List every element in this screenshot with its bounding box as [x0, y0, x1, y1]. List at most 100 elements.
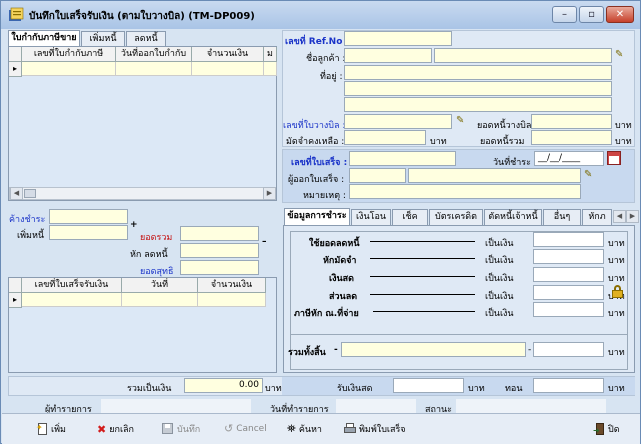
cancel-edit-label: ยกเลิก [109, 425, 134, 435]
grand-total-field[interactable] [533, 342, 604, 357]
col-invoice-no[interactable]: เลขที่ใบกำกับภาษี [22, 47, 116, 62]
discount-unit: เป็นเงิน [485, 292, 514, 302]
issuer-code-field[interactable] [349, 168, 406, 183]
ref-no-field[interactable] [344, 31, 452, 46]
change-label: ทอน [505, 384, 523, 394]
search-customer-icon[interactable]: ✎ [615, 49, 623, 60]
save-button[interactable]: บันทึก [162, 422, 200, 436]
issuer-label: ผู้ออกใบเสร็จ : [288, 175, 345, 185]
exit-door-icon: ➜ [593, 423, 605, 435]
cancel-label: Cancel [236, 423, 267, 434]
deposit-field[interactable] [344, 130, 426, 145]
address-line3-field[interactable] [344, 97, 612, 112]
grid-cell[interactable] [22, 62, 116, 76]
divider-line [370, 276, 475, 277]
tab-creditor-offset[interactable]: ตัดหนี้เจ้าหนี้ [484, 209, 542, 225]
grid-cell[interactable] [192, 62, 264, 76]
scroll-thumb[interactable] [24, 189, 36, 198]
cash-field[interactable] [533, 267, 604, 282]
grand-total-bar [341, 342, 526, 357]
grid-cell[interactable] [198, 293, 266, 307]
tab-cheque[interactable]: เช็ค [392, 209, 428, 225]
discount-field[interactable] [533, 285, 604, 300]
tab-tax-invoice[interactable]: ใบกำกับภาษีขาย [8, 30, 80, 47]
col-receipt-amount[interactable]: จำนวนเงิน [198, 278, 266, 293]
cancel-button[interactable]: ↺ Cancel [224, 422, 267, 435]
exit-button[interactable]: ➜ ปิด [593, 422, 620, 436]
search-issuer-icon[interactable]: ✎ [584, 169, 592, 180]
scroll-left-icon[interactable]: ◀ [10, 187, 23, 200]
print-label: พิมพ์ใบเสร็จ [359, 425, 406, 435]
maximize-button[interactable]: ▫ [579, 6, 604, 23]
reduce-debt-field[interactable] [180, 243, 259, 258]
issuer-name-field[interactable] [408, 168, 581, 183]
add-button[interactable]: ✦ เพิ่ม [36, 422, 66, 436]
overdue-field[interactable] [49, 209, 128, 224]
address-label: ที่อยู่ : [320, 72, 343, 82]
add-debt-field[interactable] [49, 225, 128, 240]
scroll-right-icon[interactable]: ▶ [263, 187, 276, 200]
search-billing-icon[interactable]: ✎ [456, 115, 464, 126]
app-icon [9, 7, 24, 21]
col-extra[interactable]: ม [264, 47, 277, 62]
address-line1-field[interactable] [344, 65, 612, 80]
deduct-deposit-field[interactable] [533, 249, 604, 264]
tab-scroll-right-icon[interactable]: ▶ [626, 210, 639, 223]
remark-field[interactable] [349, 184, 581, 199]
customer-name-field[interactable] [434, 48, 612, 63]
customer-code-field[interactable] [344, 48, 432, 63]
tab-add-debt[interactable]: เพิ่มหนี้ [81, 31, 125, 47]
cancel-edit-button[interactable]: ✖ ยกเลิก [97, 422, 134, 436]
tab-scroll-left-icon[interactable]: ◀ [613, 210, 626, 223]
tab-transfer[interactable]: เงินโอน [351, 209, 391, 225]
grand-total-baht: บาท [608, 348, 625, 358]
delete-icon: ✖ [97, 422, 107, 436]
undo-icon: ↺ [224, 422, 234, 435]
change-baht: บาท [608, 384, 625, 394]
search-label: ค้นหา [298, 425, 322, 435]
receipt-no-field[interactable] [349, 151, 456, 166]
cash-received-label: รับเงินสด [337, 384, 373, 394]
withholding-field[interactable] [533, 302, 604, 317]
change-field[interactable] [533, 378, 604, 393]
col-amount[interactable]: จำนวนเงิน [192, 47, 264, 62]
invoice-grid: เลขที่ใบกำกับภาษี วันที่ออกใบกำกับ จำนวน… [8, 46, 277, 201]
tab-others[interactable]: อื่นๆ [543, 209, 581, 225]
cash-received-field[interactable] [393, 378, 464, 393]
net-field[interactable] [180, 260, 259, 275]
billing-no-label: เลขที่ใบวางบิล : [283, 121, 346, 131]
col-invoice-date[interactable]: วันที่ออกใบกำกับ [116, 47, 192, 62]
close-window-button[interactable]: ✕ [606, 6, 634, 23]
toolbar: ✦ เพิ่ม ✖ ยกเลิก บันทึก ↺ Cancel ⛯ ค้นหา… [2, 413, 640, 444]
overdue-label: ค้างชำระ [9, 215, 46, 225]
pay-date-field[interactable]: __/__/____ [534, 151, 604, 166]
grid-cell[interactable] [116, 62, 192, 76]
tab-reduce-debt[interactable]: ลดหนี้ [126, 31, 166, 47]
lock-icon[interactable] [612, 285, 623, 298]
col-receipt-no[interactable]: เลขที่ใบเสร็จรับเงิน [22, 278, 122, 293]
billing-amount-field[interactable] [531, 114, 612, 129]
tab-withholding[interactable]: หักภ [582, 209, 612, 225]
total-money-field[interactable]: 0.00 [184, 378, 263, 393]
total-field[interactable] [180, 226, 259, 241]
total-debt-field[interactable] [531, 130, 612, 145]
search-button[interactable]: ⛯ ค้นหา [287, 422, 322, 436]
billing-no-field[interactable] [344, 114, 452, 129]
horizontal-scrollbar[interactable]: ◀ ▶ [9, 187, 276, 200]
minimize-button[interactable]: – [552, 6, 577, 23]
deduct-deposit-baht: บาท [608, 256, 625, 266]
address-line2-field[interactable] [344, 81, 612, 96]
col-receipt-date[interactable]: วันที่ [122, 278, 198, 293]
calendar-icon[interactable] [607, 151, 621, 165]
grid-cell[interactable] [264, 62, 277, 76]
tab-payment-info[interactable]: ข้อมูลการชำระ [284, 208, 350, 225]
cash-unit: เป็นเงิน [485, 274, 514, 284]
grid-corner [9, 278, 22, 293]
tab-credit-card[interactable]: บัตรเครดิต [429, 209, 483, 225]
grid-cell[interactable] [122, 293, 198, 307]
use-credit-field[interactable] [533, 232, 604, 247]
grand-total-label: รวมทั้งสิ้น [288, 348, 326, 358]
print-receipt-button[interactable]: พิมพ์ใบเสร็จ [344, 422, 406, 436]
grid-cell[interactable] [22, 293, 122, 307]
billing-baht-label: บาท [615, 121, 632, 131]
